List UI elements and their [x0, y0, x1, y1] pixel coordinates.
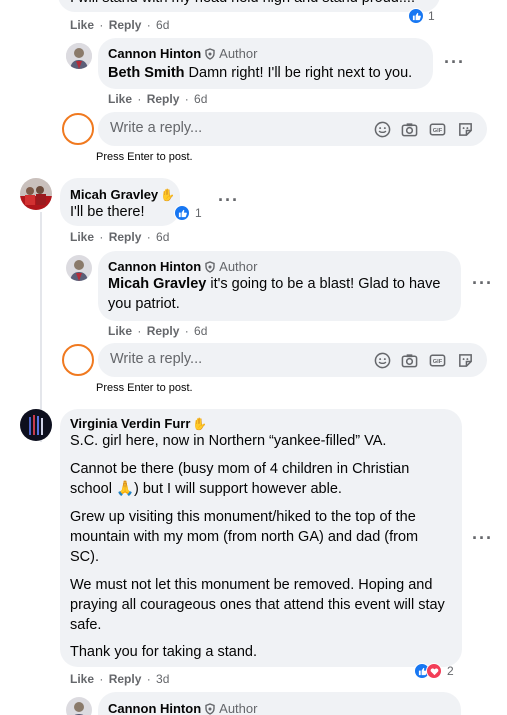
wave-icon: ✋: [160, 188, 176, 202]
comment-bubble: Virginia Verdin Furr ✋ S.C. girl here, no…: [60, 409, 462, 667]
reply-text: Beth Smith Damn right! I'll be right nex…: [108, 63, 412, 83]
avatar[interactable]: [20, 178, 52, 210]
author-badge: Author: [219, 259, 258, 274]
author-name[interactable]: Cannon Hinton: [108, 46, 201, 61]
timestamp[interactable]: 6d: [194, 92, 207, 106]
comment-paragraph: Cannot be there (busy mom of 4 children …: [70, 461, 410, 497]
mention[interactable]: Micah Gravley: [108, 276, 206, 292]
reply-link[interactable]: Reply: [109, 230, 142, 244]
reaction-summary[interactable]: 1: [408, 8, 435, 24]
author-badge: Author: [219, 46, 258, 61]
press-enter-hint: Press Enter to post.: [96, 151, 193, 163]
reply-link[interactable]: Reply: [147, 324, 180, 338]
reaction-summary[interactable]: 2: [414, 663, 454, 679]
camera-icon[interactable]: [401, 121, 418, 138]
thread-line: [40, 212, 42, 442]
comment-text: I will stand with my head held high and …: [70, 0, 415, 8]
comment-paragraph: S.C. girl here, now in Northern “yankee-…: [70, 433, 387, 449]
author-shield-icon: [205, 48, 215, 60]
avatar[interactable]: [66, 697, 92, 715]
sticker-icon[interactable]: [457, 352, 474, 369]
reply-link[interactable]: Reply: [147, 92, 180, 106]
reaction-count: 2: [447, 664, 454, 678]
author-shield-icon: [205, 261, 215, 273]
like-link[interactable]: Like: [70, 18, 94, 32]
like-link[interactable]: Like: [108, 92, 132, 106]
reply-input[interactable]: Write a reply... GIF: [98, 112, 487, 146]
timestamp[interactable]: 6d: [194, 324, 207, 338]
reply-link[interactable]: Reply: [109, 18, 142, 32]
reply-header: Cannon Hinton Author: [108, 45, 257, 63]
author-shield-icon: [205, 703, 215, 715]
annotation-circle: [62, 113, 94, 145]
gif-icon[interactable]: GIF: [429, 352, 446, 369]
reply-bubble: Cannon Hinton Author: [98, 692, 461, 715]
more-options-icon[interactable]: ···: [218, 191, 239, 209]
reaction-count: 1: [428, 9, 435, 23]
author-name[interactable]: Virginia Verdin Furr: [70, 416, 190, 431]
gif-icon[interactable]: GIF: [429, 121, 446, 138]
reply-actions: Like · Reply · 6d: [108, 92, 208, 106]
author-name[interactable]: Micah Gravley: [70, 187, 158, 202]
reply-input[interactable]: Write a reply... GIF: [98, 343, 487, 377]
author-name[interactable]: Cannon Hinton: [108, 259, 201, 274]
reply-header: Cannon Hinton Author: [108, 700, 257, 715]
reply-bubble: Cannon Hinton Author Beth Smith Damn righ…: [98, 38, 433, 89]
like-link[interactable]: Like: [70, 230, 94, 244]
avatar[interactable]: [66, 255, 92, 281]
reply-body: Damn right! I'll be right next to you.: [184, 65, 413, 81]
emoji-icon[interactable]: [374, 121, 391, 138]
comment-paragraph: Grew up visiting this monument/hiked to …: [70, 509, 419, 565]
love-reaction-icon: [426, 663, 442, 679]
like-reaction-icon: [408, 8, 424, 24]
like-link[interactable]: Like: [70, 672, 94, 686]
reply-actions: Like · Reply · 6d: [108, 324, 208, 338]
author-name[interactable]: Cannon Hinton: [108, 701, 201, 715]
reply-bubble: Cannon Hinton Author Micah Gravley it's g…: [98, 251, 461, 321]
reply-link[interactable]: Reply: [109, 672, 142, 686]
timestamp[interactable]: 6d: [156, 18, 169, 32]
reply-placeholder: Write a reply...: [110, 120, 203, 136]
wave-icon: ✋: [192, 417, 208, 431]
press-enter-hint: Press Enter to post.: [96, 382, 193, 394]
more-options-icon[interactable]: ···: [472, 274, 493, 292]
annotation-circle: [62, 344, 94, 376]
author-badge: Author: [219, 701, 258, 715]
timestamp[interactable]: 3d: [156, 672, 169, 686]
comment-actions: Like · Reply · 3d: [70, 672, 170, 686]
comment-bubble: I will stand with my head held high and …: [58, 0, 440, 12]
reply-placeholder: Write a reply...: [110, 351, 203, 367]
comment-text: I'll be there!: [70, 204, 145, 220]
avatar[interactable]: [66, 43, 92, 69]
timestamp[interactable]: 6d: [156, 230, 169, 244]
mention[interactable]: Beth Smith: [108, 65, 185, 81]
more-options-icon[interactable]: ···: [444, 53, 465, 71]
reaction-count: 1: [195, 206, 202, 220]
reply-text: Micah Gravley it's going to be a blast! …: [108, 274, 454, 314]
sticker-icon[interactable]: [457, 121, 474, 138]
comment-bubble: Micah Gravley ✋ I'll be there!: [60, 178, 180, 226]
like-link[interactable]: Like: [108, 324, 132, 338]
avatar[interactable]: [20, 409, 52, 441]
more-options-icon[interactable]: ···: [472, 529, 493, 547]
comment-actions: Like · Reply · 6d: [70, 230, 170, 244]
camera-icon[interactable]: [401, 352, 418, 369]
comment-actions: Like · Reply · 6d: [70, 18, 170, 32]
like-reaction-icon: [174, 205, 190, 221]
svg-text:GIF: GIF: [433, 128, 443, 134]
reaction-summary[interactable]: 1: [174, 205, 202, 221]
emoji-icon[interactable]: [374, 352, 391, 369]
comment-paragraph: Thank you for taking a stand.: [70, 644, 257, 660]
comment-paragraph: We must not let this monument be removed…: [70, 577, 445, 633]
svg-text:GIF: GIF: [433, 359, 443, 365]
